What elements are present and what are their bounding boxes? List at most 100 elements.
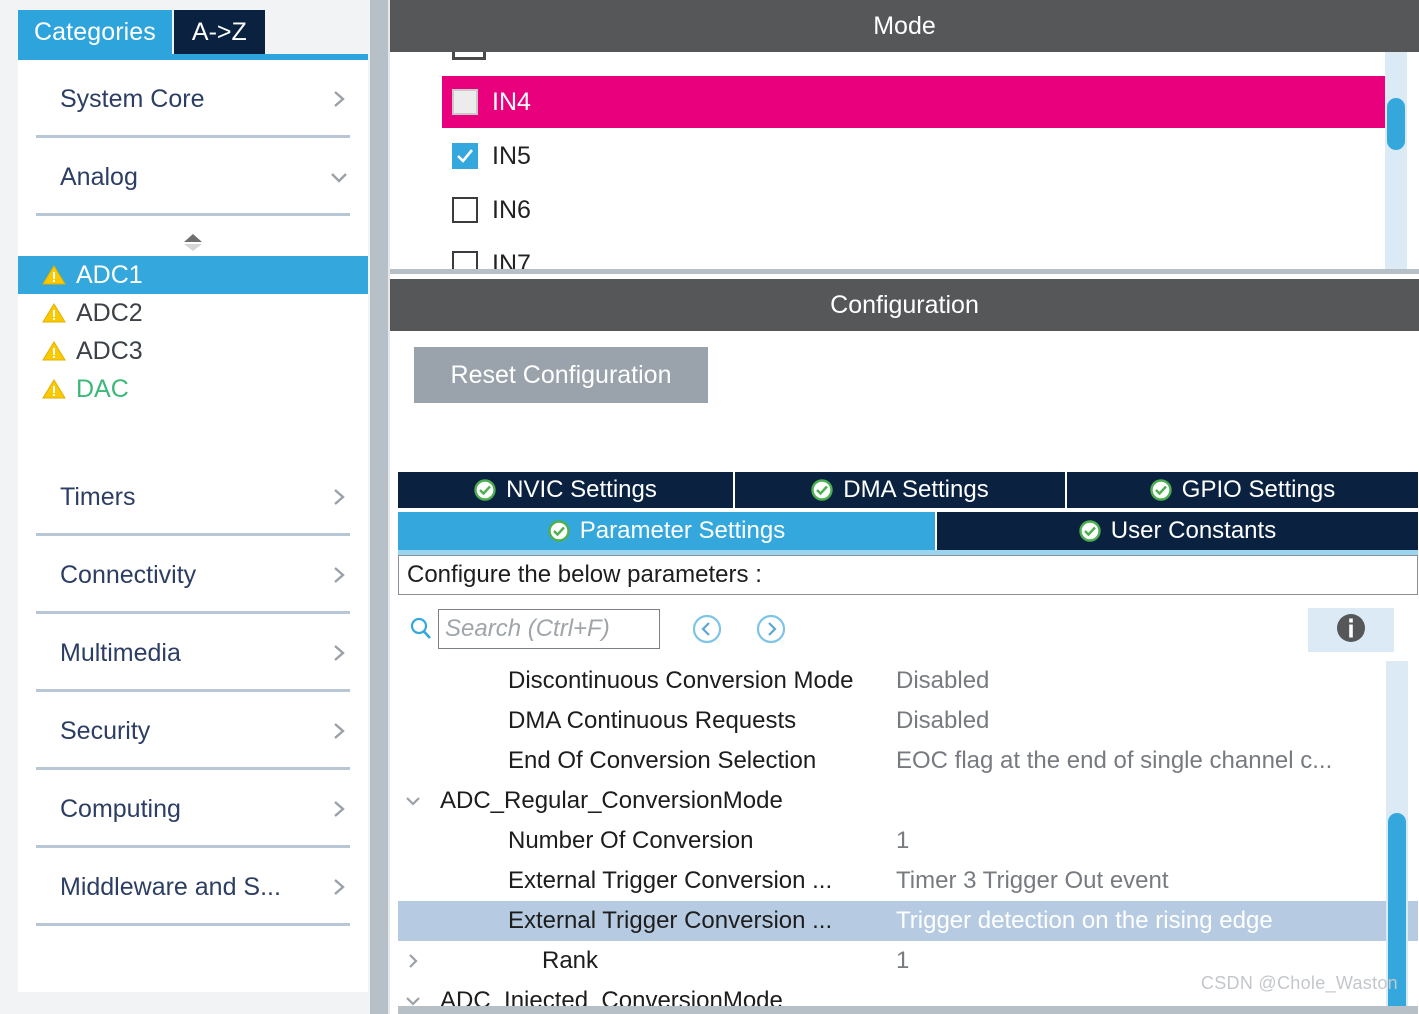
table-row-selected[interactable]: External Trigger Conversion ... Trigger … [398, 901, 1418, 941]
chevron-down-icon[interactable] [398, 791, 428, 811]
configuration-tabs-bottom: Parameter Settings User Constants [398, 512, 1418, 550]
sidebar-item-label: Computing [60, 794, 181, 823]
sidebar-item-computing[interactable]: Computing [18, 770, 368, 848]
circle-chevron-left-icon[interactable] [690, 612, 724, 646]
table-row[interactable]: Number Of Conversion 1 [398, 821, 1418, 861]
configure-hint-text: Configure the below parameters : [407, 561, 762, 588]
sidebar-item-timers[interactable]: Timers [18, 458, 368, 536]
check-circle-icon [548, 520, 570, 542]
cubemx-window: Categories A->Z System Core Analog ADC1 … [0, 0, 1419, 1014]
sidebar-item-dac[interactable]: DAC [18, 370, 368, 408]
chevron-down-icon[interactable] [398, 991, 428, 1006]
mode-scrollbar-thumb[interactable] [1387, 98, 1405, 150]
mode-channel-in4[interactable]: IN4 [442, 76, 1394, 128]
mode-channel-in6[interactable]: IN6 [390, 184, 1419, 236]
reset-configuration-button[interactable]: Reset Configuration [414, 347, 708, 403]
parameter-list: Discontinuous Conversion Mode Disabled D… [398, 661, 1418, 1006]
tab-a-to-z-label: A->Z [191, 17, 247, 46]
table-row-group[interactable]: ADC_Regular_ConversionMode [398, 781, 1418, 821]
sidebar-item-adc2[interactable]: ADC2 [18, 294, 368, 332]
chevron-right-icon [328, 876, 350, 898]
mode-channel-label: IN7 [492, 249, 531, 270]
sidebar-item-analog[interactable]: Analog [18, 138, 368, 216]
parameter-value: Timer 3 Trigger Out event [896, 867, 1169, 894]
panel-divider[interactable] [370, 0, 388, 1014]
sidebar-item-label: Analog [60, 162, 138, 191]
tab-parameter-settings[interactable]: Parameter Settings [398, 512, 935, 550]
sidebar-item-security[interactable]: Security [18, 692, 368, 770]
sidebar-item-label: ADC3 [76, 336, 143, 365]
checkbox-in7[interactable] [452, 251, 478, 269]
category-list-lower: Timers Connectivity Multimedia Security … [18, 458, 368, 926]
mode-panel-body: IN4 IN5 IN6 IN7 [390, 52, 1419, 269]
sidebar-item-label: Multimedia [60, 638, 181, 667]
sidebar-item-middleware[interactable]: Middleware and S... [18, 848, 368, 926]
chevron-right-icon [328, 564, 350, 586]
check-circle-icon [1079, 520, 1101, 542]
table-row[interactable]: End Of Conversion Selection EOC flag at … [398, 741, 1418, 781]
tab-categories[interactable]: Categories [18, 10, 172, 54]
configuration-panel-header: Configuration [390, 279, 1419, 331]
tab-dma-settings[interactable]: DMA Settings [735, 472, 1065, 508]
mode-channel-in5[interactable]: IN5 [390, 130, 1419, 182]
table-row[interactable]: DMA Continuous Requests Disabled [398, 701, 1418, 741]
table-row[interactable]: External Trigger Conversion ... Timer 3 … [398, 861, 1418, 901]
check-circle-icon [474, 479, 496, 501]
sidebar-item-adc3[interactable]: ADC3 [18, 332, 368, 370]
check-circle-icon [811, 479, 833, 501]
sidebar-item-multimedia[interactable]: Multimedia [18, 614, 368, 692]
sidebar-item-label: System Core [60, 84, 205, 113]
checkbox-in6[interactable] [452, 197, 478, 223]
sidebar-item-label: Timers [60, 482, 136, 511]
parameter-group-name: ADC_Injected_ConversionMode [440, 987, 783, 1006]
parameter-value: Disabled [896, 707, 990, 734]
divider [36, 213, 350, 216]
tab-a-to-z[interactable]: A->Z [173, 10, 265, 54]
mode-panel: Mode IN4 IN5 IN6 IN7 [390, 0, 1419, 274]
tab-label: Parameter Settings [579, 517, 786, 544]
circle-chevron-right-icon[interactable] [754, 612, 788, 646]
chevron-right-icon [328, 798, 350, 820]
left-panel-tabs: Categories A->Z [18, 10, 265, 54]
list-scroll-handle[interactable] [18, 228, 368, 256]
sidebar-item-adc1[interactable]: ADC1 [18, 256, 368, 294]
mode-scrollbar-track[interactable] [1385, 52, 1407, 269]
info-button[interactable] [1308, 608, 1394, 652]
sidebar-item-label: Connectivity [60, 560, 197, 589]
search-icon [408, 616, 434, 642]
category-list: System Core Analog ADC1 ADC2 ADC3 DAC Ti… [18, 60, 368, 992]
checkbox-in4[interactable] [452, 89, 478, 115]
search-input[interactable] [438, 609, 660, 649]
parameter-scrollbar-track[interactable] [1386, 661, 1408, 1006]
check-circle-icon [1150, 479, 1172, 501]
watermark: CSDN @Chole_Waston [1200, 973, 1398, 993]
chevron-right-icon[interactable] [398, 951, 428, 971]
tab-user-constants[interactable]: User Constants [937, 512, 1418, 550]
checkbox-in5[interactable] [452, 143, 478, 169]
tab-gpio-settings[interactable]: GPIO Settings [1067, 472, 1418, 508]
table-row[interactable]: Discontinuous Conversion Mode Disabled [398, 661, 1418, 701]
parameter-value: Trigger detection on the rising edge [896, 907, 1273, 934]
chevron-down-icon [328, 166, 350, 188]
parameter-name: External Trigger Conversion ... [508, 867, 833, 894]
bottom-edge [398, 1006, 1418, 1014]
parameter-name: Discontinuous Conversion Mode [508, 667, 854, 694]
sidebar-item-label: Security [60, 716, 151, 745]
warning-triangle-icon [42, 264, 66, 286]
divider [36, 923, 350, 926]
search-row [398, 600, 1418, 658]
mode-panel-header: Mode [390, 0, 1419, 52]
partial-checkbox-above [452, 52, 486, 60]
sidebar-item-label: Middleware and S... [60, 872, 281, 901]
right-side: Mode IN4 IN5 IN6 IN7 Configuration Reset… [390, 0, 1419, 1014]
sidebar-item-system-core[interactable]: System Core [18, 60, 368, 138]
tab-nvic-settings[interactable]: NVIC Settings [398, 472, 733, 508]
mode-channel-in7[interactable]: IN7 [390, 238, 1419, 269]
parameter-group-name: ADC_Regular_ConversionMode [440, 787, 783, 814]
sidebar-item-connectivity[interactable]: Connectivity [18, 536, 368, 614]
tab-label: User Constants [1110, 517, 1277, 544]
tab-label: GPIO Settings [1181, 476, 1336, 503]
parameter-value: EOC flag at the end of single channel c.… [896, 747, 1333, 774]
parameter-name: End Of Conversion Selection [508, 747, 817, 774]
chevron-right-icon [328, 642, 350, 664]
